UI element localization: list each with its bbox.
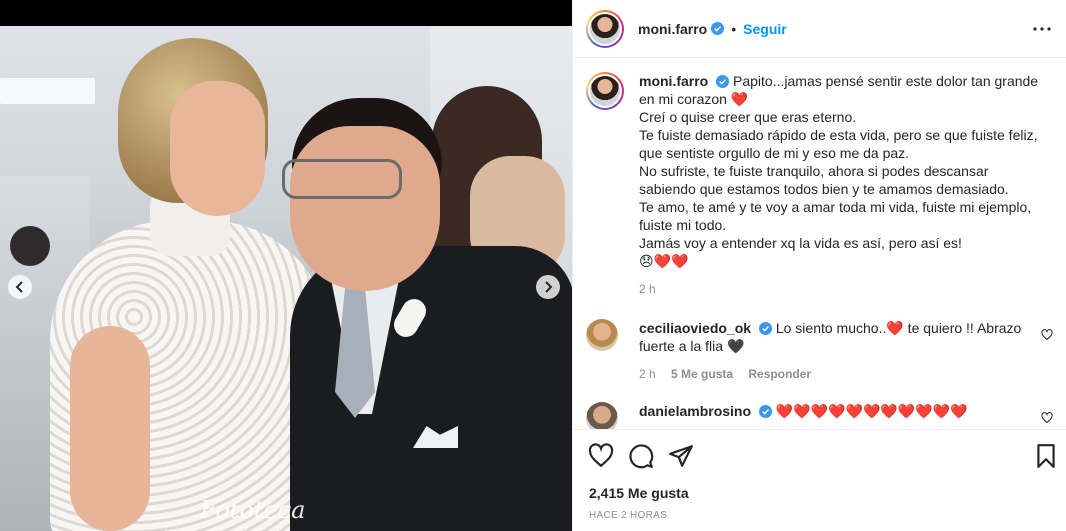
bookmark-icon[interactable] xyxy=(1033,443,1059,469)
top-strip xyxy=(0,0,572,26)
caption-line: Te fuiste demasiado rápido de esta vida,… xyxy=(639,127,1038,143)
caption-meta: 2 h xyxy=(639,280,1059,298)
caption-line: Papito...jamas pensé sentir este dolor t… xyxy=(733,73,1039,89)
caption-avatar[interactable] xyxy=(586,72,624,110)
post-photo[interactable]: Fototeca xyxy=(0,26,572,531)
post-time[interactable]: HACE 2 HORAS xyxy=(589,510,667,521)
caption-line: 😞❤️❤️ xyxy=(639,253,689,269)
commenter-avatar[interactable] xyxy=(586,402,618,429)
comment-item: ceciliaoviedo_ok Lo siento mucho..❤️ te … xyxy=(586,319,1059,383)
caption-line: fuiste mi todo. xyxy=(639,217,727,233)
verified-icon xyxy=(758,405,772,418)
caption-username[interactable]: moni.farro xyxy=(639,73,708,89)
commenter-avatar[interactable] xyxy=(586,319,618,351)
post-details-panel: moni.farro • Seguir moni.farro Papito...… xyxy=(572,0,1066,531)
caption-line: Jamás voy a entender xq la vida es así, … xyxy=(639,235,962,251)
caption-line: Creí o quise creer que eras eterno. xyxy=(639,109,857,125)
commenter-username[interactable]: ceciliaoviedo_ok xyxy=(639,320,751,336)
likes-count[interactable]: 2,415 Me gusta xyxy=(589,485,689,501)
man-suit xyxy=(290,246,572,531)
comment-meta: 2 h 5 Me gusta Responder xyxy=(639,365,1059,383)
separator-dot: • xyxy=(731,20,737,37)
chevron-right-icon xyxy=(545,281,553,293)
comment-line: Lo siento mucho..❤️ te quiero !! Abrazo xyxy=(775,320,1022,336)
comment-line: fuerte a la flia 🖤 xyxy=(639,338,745,354)
avatar-image xyxy=(590,13,620,44)
more-options-button[interactable] xyxy=(1031,18,1053,40)
comment-like-icon[interactable] xyxy=(1041,329,1053,341)
caption-line: Te amo, te amé y te voy a amar toda mi v… xyxy=(639,199,1032,215)
caption-time[interactable]: 2 h xyxy=(639,282,656,296)
comment-line: ❤️❤️❤️❤️❤️❤️❤️❤️❤️❤️❤️ xyxy=(775,403,968,419)
comment-like-icon[interactable] xyxy=(1041,412,1053,424)
man-face xyxy=(290,126,440,291)
commenter-username[interactable]: danielambrosino xyxy=(639,403,751,419)
heart-icon[interactable] xyxy=(588,443,614,469)
comment-likes[interactable]: 5 Me gusta xyxy=(671,367,733,381)
comment-text: ceciliaoviedo_ok Lo siento mucho..❤️ te … xyxy=(639,319,1059,383)
woman-face xyxy=(170,81,265,216)
verified-icon xyxy=(716,75,730,88)
post-actions: 2,415 Me gusta HACE 2 HORAS xyxy=(573,429,1066,529)
caption-line: No sufriste, te fuiste tranquilo, ahora … xyxy=(639,163,989,179)
author-avatar[interactable] xyxy=(586,9,624,48)
woman-arm xyxy=(70,326,150,531)
background-person-head xyxy=(10,226,50,266)
next-photo-button[interactable] xyxy=(536,275,560,299)
caption: moni.farro Papito...jamas pensé sentir e… xyxy=(586,72,1059,298)
reply-button[interactable]: Responder xyxy=(748,367,811,381)
more-icon xyxy=(1033,27,1051,31)
caption-line: en mi corazon ❤️ xyxy=(639,91,749,107)
comment-time[interactable]: 2 h xyxy=(639,367,656,381)
post-header: moni.farro • Seguir xyxy=(573,0,1066,58)
verified-icon xyxy=(758,322,772,335)
chevron-left-icon xyxy=(15,281,23,293)
author-username[interactable]: moni.farro xyxy=(638,21,707,37)
caption-line: que sentiste orgullo de mi y eso me da p… xyxy=(639,145,910,161)
avatar-image xyxy=(590,76,620,106)
caption-line: sabiendo que estamos todos bien y te ama… xyxy=(639,181,1009,197)
comment-item: danielambrosino ❤️❤️❤️❤️❤️❤️❤️❤️❤️❤️❤️ xyxy=(586,402,1059,429)
verified-icon xyxy=(711,22,725,35)
caption-text: moni.farro Papito...jamas pensé sentir e… xyxy=(639,72,1059,298)
comment-text: danielambrosino ❤️❤️❤️❤️❤️❤️❤️❤️❤️❤️❤️ xyxy=(639,402,1059,429)
comments-list[interactable]: moni.farro Papito...jamas pensé sentir e… xyxy=(573,59,1066,429)
comment-icon[interactable] xyxy=(628,443,654,469)
photo-watermark: Fototeca xyxy=(200,496,306,524)
previous-photo-button[interactable] xyxy=(8,275,32,299)
man-glasses xyxy=(282,159,402,199)
follow-button[interactable]: Seguir xyxy=(743,21,787,37)
share-icon[interactable] xyxy=(668,443,694,469)
ceiling-light xyxy=(0,78,95,104)
